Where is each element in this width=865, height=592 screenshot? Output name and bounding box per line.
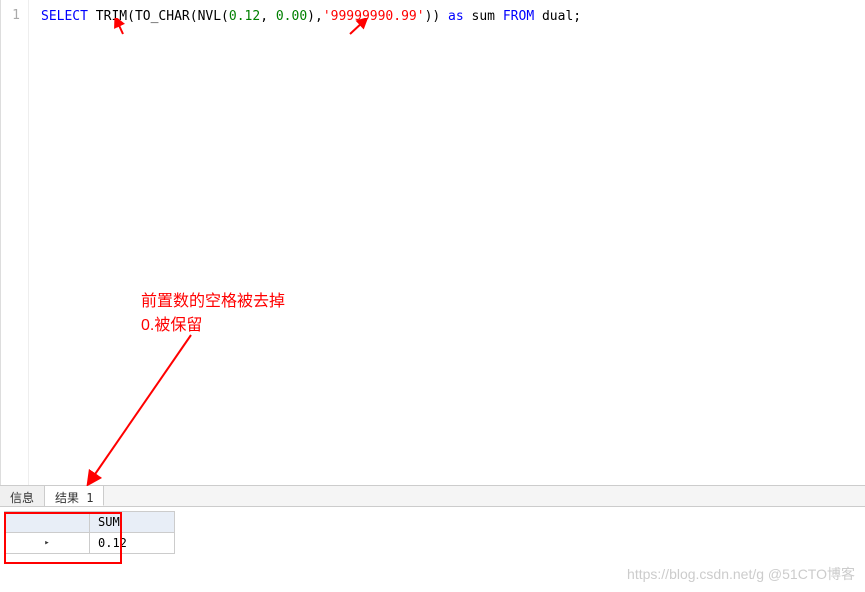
line-number: 1 [1, 8, 20, 23]
row-marker-header [5, 512, 90, 533]
result-table[interactable]: SUM ▸ 0.12 [4, 511, 175, 554]
cell-value[interactable]: 0.12 [90, 533, 175, 554]
table-row[interactable]: ▸ 0.12 [5, 533, 175, 554]
annotation-text: 前置数的空格被去掉 0.被保留 [141, 290, 285, 338]
sql-table: dual; [542, 9, 581, 24]
result-grid: SUM ▸ 0.12 [0, 507, 865, 558]
sql-fmt: '99999990.99' [323, 9, 425, 24]
sql-num-1: 0.12 [229, 9, 260, 24]
sql-kw-as: as [448, 9, 464, 24]
line-gutter: 1 [1, 0, 29, 485]
watermark: https://blog.csdn.net/g @51CTO博客 [627, 564, 855, 584]
annotation-line1: 前置数的空格被去掉 [141, 290, 285, 314]
sql-kw-from: FROM [503, 9, 534, 24]
row-marker-icon: ▸ [5, 533, 90, 554]
sql-editor[interactable]: 1 SELECT TRIM(TO_CHAR(NVL(0.12, 0.00),'9… [0, 0, 865, 485]
sql-num-2: 0.00 [276, 9, 307, 24]
sql-func-trim: TRIM [96, 9, 127, 24]
sql-func-nvl: NVL [198, 9, 221, 24]
sql-alias: sum [472, 9, 495, 24]
tab-info[interactable]: 信息 [0, 486, 45, 506]
table-header-row: SUM [5, 512, 175, 533]
code-line-1[interactable]: SELECT TRIM(TO_CHAR(NVL(0.12, 0.00),'999… [41, 8, 581, 26]
result-tabs: 信息 结果 1 [0, 485, 865, 507]
annotation-line2: 0.被保留 [141, 314, 285, 338]
sql-func-tochar: TO_CHAR [135, 9, 190, 24]
sql-kw-select: SELECT [41, 9, 88, 24]
column-header-sum[interactable]: SUM [90, 512, 175, 533]
tab-result1[interactable]: 结果 1 [45, 486, 104, 506]
annotation-arrow-icon [81, 330, 201, 490]
